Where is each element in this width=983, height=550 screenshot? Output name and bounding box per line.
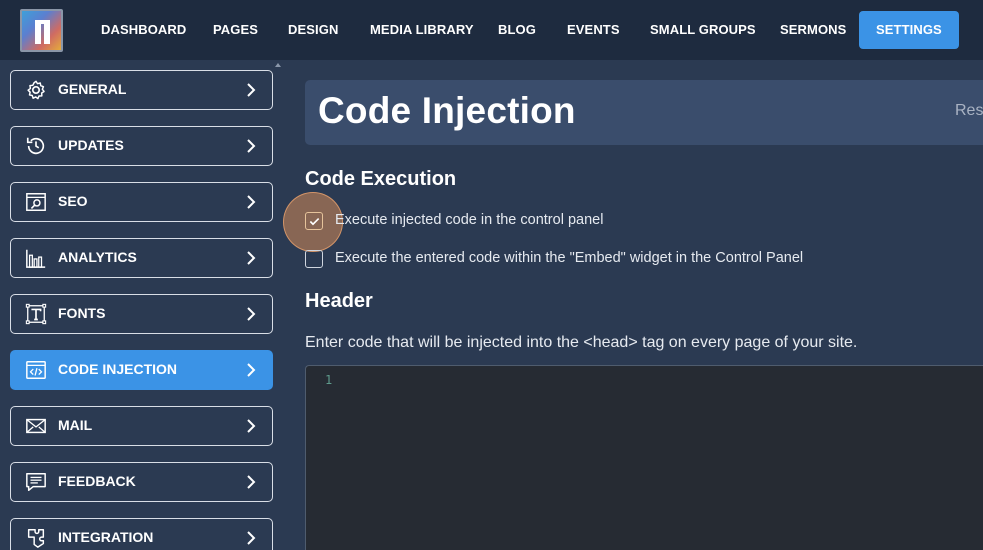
chevron-right-icon: [247, 475, 256, 489]
gear-icon: [27, 80, 45, 100]
envelope-icon: [26, 418, 46, 434]
sidebar-item-integration[interactable]: INTEGRATION: [10, 518, 273, 550]
sidebar-item-fonts[interactable]: FONTS: [10, 294, 273, 334]
app-logo[interactable]: [20, 9, 63, 52]
nav-dashboard[interactable]: DASHBOARD: [101, 11, 186, 49]
sidebar-item-feedback[interactable]: FEEDBACK: [10, 462, 273, 502]
puzzle-icon: [27, 529, 45, 548]
bar-chart-icon: [26, 249, 46, 268]
header-section-heading: Header: [305, 290, 373, 312]
execute-embed-widget-checkbox[interactable]: [305, 250, 323, 268]
page-title: Code Injection: [318, 90, 576, 131]
chevron-right-icon: [247, 531, 256, 545]
chevron-right-icon: [247, 419, 256, 433]
chevron-right-icon: [247, 195, 256, 209]
line-number: 1: [325, 373, 333, 387]
nav-small-groups[interactable]: SMALL GROUPS: [650, 11, 756, 49]
sidebar-item-label: SEO: [58, 193, 88, 209]
checkmark-icon: [309, 217, 319, 225]
option-label: Execute the entered code within the "Emb…: [335, 250, 804, 266]
sidebar-item-updates[interactable]: UPDATES: [10, 126, 273, 166]
sidebar-item-label: CODE INJECTION: [58, 361, 178, 377]
nav-settings[interactable]: SETTINGS: [859, 11, 959, 49]
option-execute-control-panel[interactable]: Execute injected code in the control pan…: [305, 211, 705, 231]
chevron-right-icon: [247, 139, 256, 153]
nav-blog[interactable]: BLOG: [498, 11, 536, 49]
sidebar-item-code-injection[interactable]: CODE INJECTION: [10, 350, 273, 390]
chevron-right-icon: [247, 251, 256, 265]
page-header: Code Injection Res: [305, 80, 983, 145]
chevron-right-icon: [247, 83, 256, 97]
nav-design[interactable]: DESIGN: [288, 11, 338, 49]
option-label: Execute injected code in the control pan…: [335, 212, 604, 228]
sidebar-item-seo[interactable]: SEO: [10, 182, 273, 222]
sidebar-item-label: UPDATES: [58, 137, 124, 153]
chevron-right-icon: [247, 363, 256, 377]
header-code-editor[interactable]: 1: [305, 365, 983, 550]
header-help-text: Enter code that will be injected into th…: [305, 334, 858, 351]
top-nav: DASHBOARD PAGES DESIGN MEDIA LIBRARY BLO…: [0, 0, 983, 60]
sidebar-item-analytics[interactable]: ANALYTICS: [10, 238, 273, 278]
code-execution-heading: Code Execution: [305, 168, 457, 190]
nav-pages[interactable]: PAGES: [213, 11, 258, 49]
nav-events[interactable]: EVENTS: [567, 11, 620, 49]
sidebar-item-label: FEEDBACK: [58, 473, 136, 489]
execute-control-panel-checkbox[interactable]: [305, 212, 323, 230]
feedback-icon: [26, 473, 46, 491]
seo-search-icon: [26, 193, 46, 211]
sidebar-item-label: MAIL: [58, 417, 93, 433]
nav-media-library[interactable]: MEDIA LIBRARY: [370, 11, 474, 49]
option-execute-embed-widget[interactable]: Execute the entered code within the "Emb…: [305, 249, 865, 269]
reset-button[interactable]: Res: [955, 102, 983, 120]
sidebar-item-label: GENERAL: [58, 81, 127, 97]
history-icon: [26, 137, 45, 155]
font-icon: [25, 303, 47, 325]
code-icon: [26, 361, 46, 379]
sidebar-item-mail[interactable]: MAIL: [10, 406, 273, 446]
sidebar-item-label: ANALYTICS: [58, 249, 137, 265]
sidebar-item-label: INTEGRATION: [58, 529, 154, 545]
scroll-up-icon[interactable]: [275, 63, 281, 67]
sidebar-item-label: FONTS: [58, 305, 106, 321]
nav-sermons[interactable]: SERMONS: [780, 11, 846, 49]
sidebar-item-general[interactable]: GENERAL: [10, 70, 273, 110]
chevron-right-icon: [247, 307, 256, 321]
